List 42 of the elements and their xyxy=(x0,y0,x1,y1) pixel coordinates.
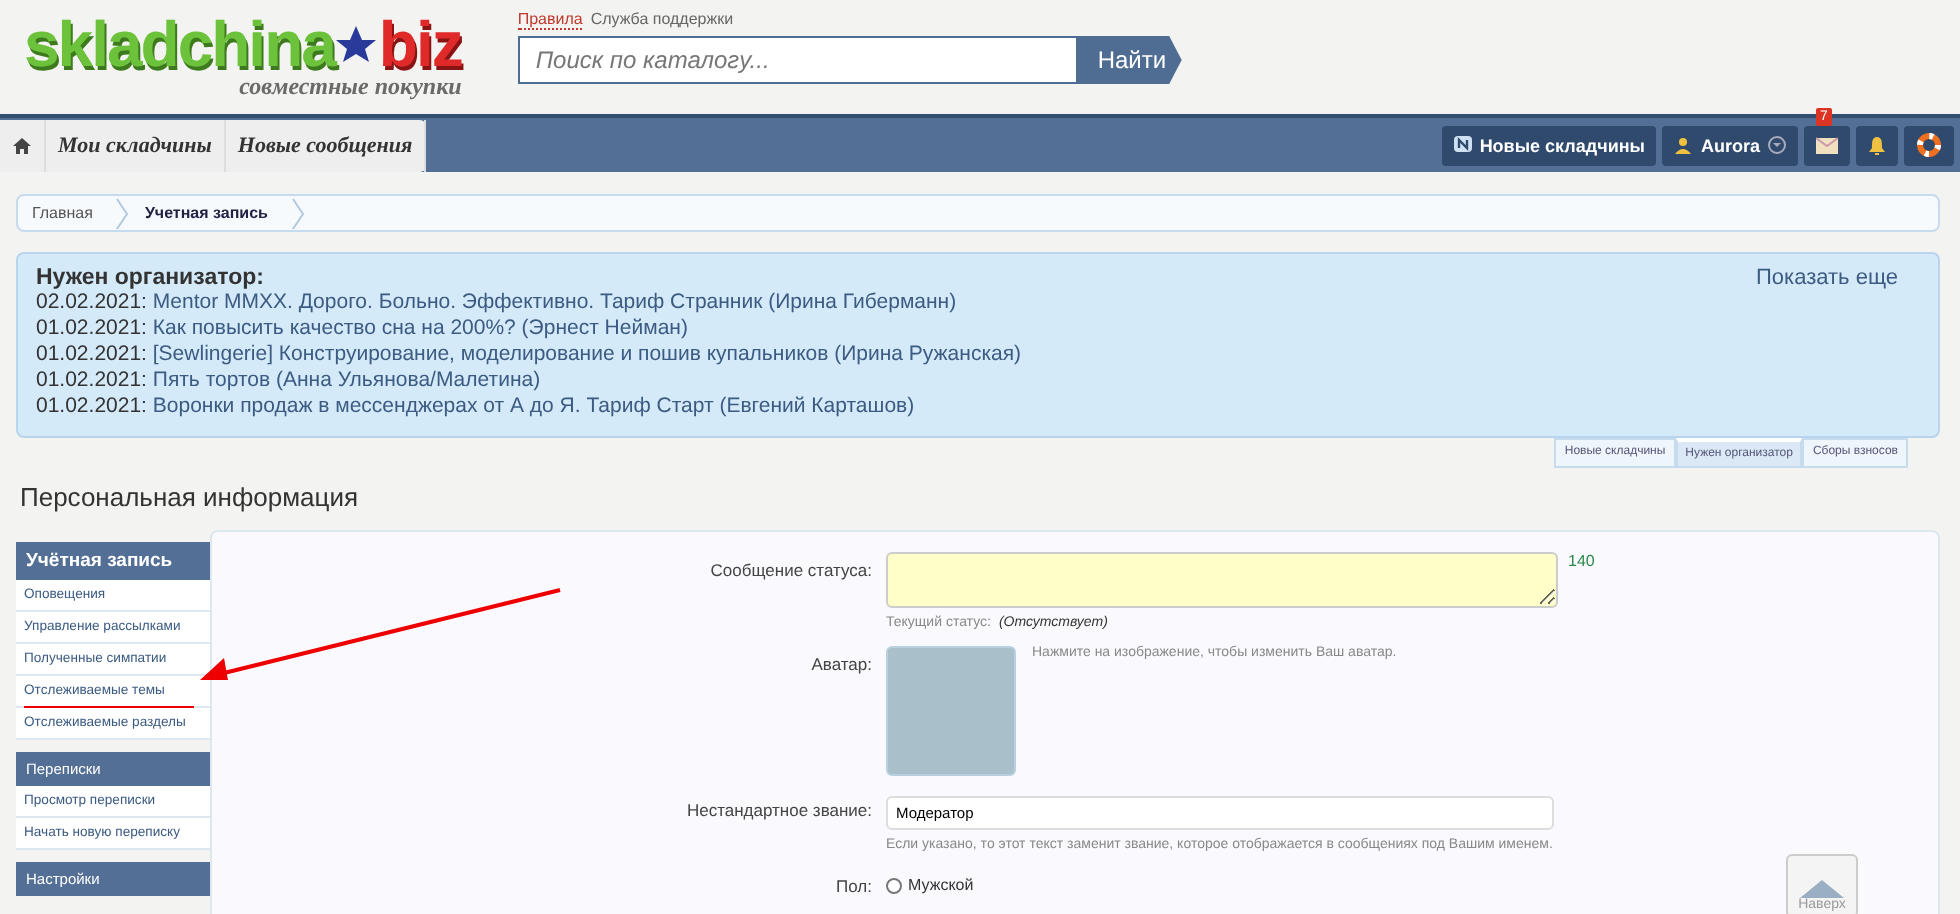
logo-tagline: совместные покупки xyxy=(239,72,462,102)
notice-item[interactable]: 02.02.2021: Mentor MMXX. Дорого. Больно. Эффективно. Тариф Странник (Ирина Гиберманн) xyxy=(36,290,1022,316)
envelope-icon xyxy=(1816,136,1838,154)
breadcrumb-link[interactable]: Главная xyxy=(28,204,117,222)
field-label: Пол: xyxy=(834,874,872,896)
nav-tab[interactable]: Новые сообщения xyxy=(225,119,427,171)
logo-text[interactable]: biz xyxy=(378,12,462,76)
bell-icon xyxy=(1868,135,1886,155)
status-field[interactable] xyxy=(886,552,1558,608)
dropdown-icon xyxy=(1768,136,1786,154)
search-button[interactable]: Найти xyxy=(1077,36,1182,84)
user-menu-button[interactable]: Aurora xyxy=(1662,125,1798,165)
notice-item[interactable]: 01.02.2021: Воронки продаж в мессенджерах от А до Я. Тариф Старт (Евгений Карташов) xyxy=(36,394,1022,420)
user-icon xyxy=(1674,136,1693,154)
field-label: Нестандартное звание: xyxy=(684,798,872,824)
field-label: Сообщение статуса: xyxy=(708,558,872,584)
top-link[interactable]: Служба поддержки xyxy=(590,10,734,30)
radio-label[interactable]: Мужской xyxy=(908,876,974,894)
bell-button[interactable] xyxy=(1856,125,1898,165)
sidebar-heading: Учётная запись xyxy=(16,542,210,580)
field-label: Аватар: xyxy=(809,652,872,678)
inbox-button[interactable] xyxy=(1804,125,1850,165)
chevron-icon xyxy=(116,197,129,229)
help-button[interactable] xyxy=(1904,125,1954,165)
notice-item[interactable]: 01.02.2021: [Sewlingerie] Конструирование, моделирование и пошив купальников (Ирина Ружанская) xyxy=(36,342,1022,368)
notice-item[interactable]: 01.02.2021: Как повысить качество сна на 200%? (Эрнест Нейман) xyxy=(36,316,1022,342)
chevron-icon xyxy=(291,197,304,229)
show-more-link[interactable]: Показать еще xyxy=(1756,266,1898,422)
notice-item[interactable]: 01.02.2021: Пять тортов (Анна Ульянова/Малетина) xyxy=(36,368,1022,394)
page-title: Персональная информация xyxy=(20,482,361,512)
new-items-button[interactable]: Новые складчины xyxy=(1441,125,1657,165)
top-link[interactable]: Правила xyxy=(517,10,583,30)
triangle-up-icon xyxy=(1800,880,1844,898)
letter-n-icon xyxy=(1453,136,1472,154)
star-logo-icon xyxy=(334,24,379,64)
character-counter: 140 xyxy=(1568,552,1595,570)
radio-button[interactable] xyxy=(886,877,902,893)
breadcrumb-link[interactable]: Учетная запись xyxy=(140,204,292,222)
nav-tab[interactable]: Мои складчины xyxy=(46,119,226,171)
search-field[interactable]: Поиск по каталогу... xyxy=(517,36,1078,84)
lifebuoy-icon xyxy=(1916,132,1942,158)
notice-title: Нужен организатор: xyxy=(36,266,266,290)
